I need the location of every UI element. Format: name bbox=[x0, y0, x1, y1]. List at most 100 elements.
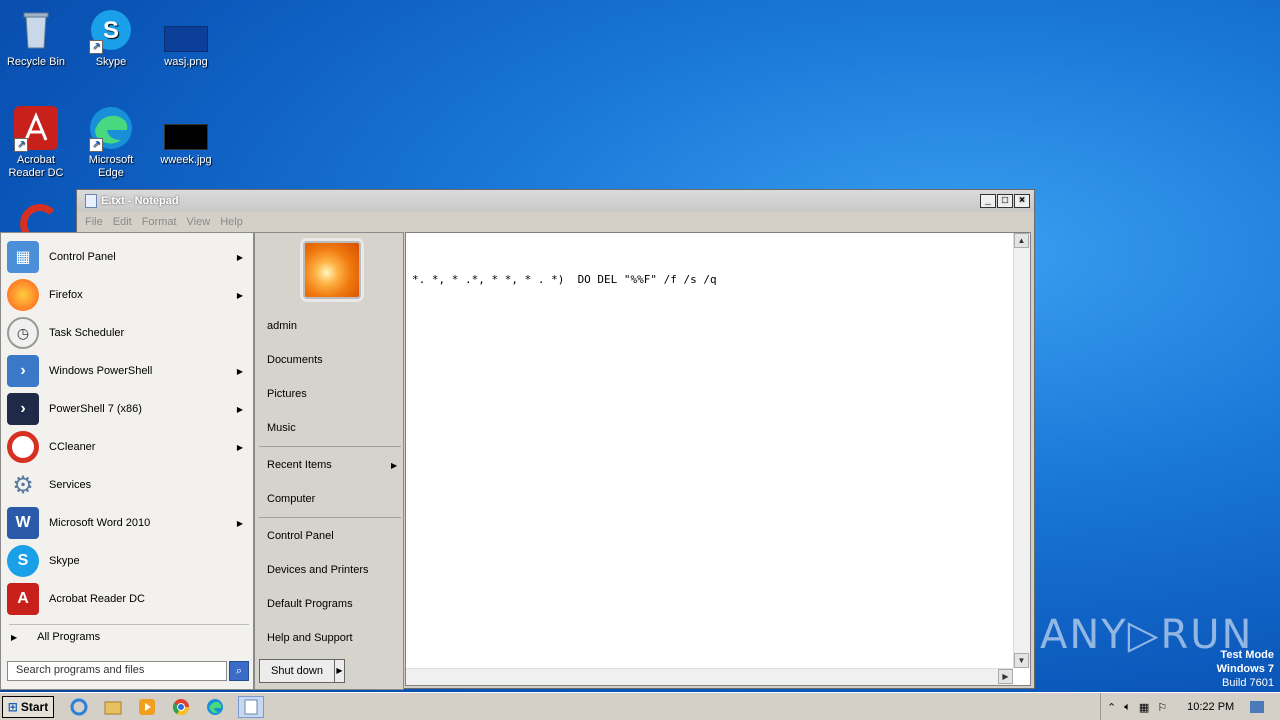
submenu-arrow-icon: ▶ bbox=[236, 290, 243, 300]
minimize-button[interactable]: _ bbox=[980, 194, 996, 208]
program-powershell-7[interactable]: › PowerShell 7 (x86) ▶ bbox=[7, 391, 249, 427]
place-recent-items[interactable]: Recent Items bbox=[267, 459, 332, 471]
shutdown-options-icon[interactable]: ▶ bbox=[334, 660, 344, 682]
place-pictures[interactable]: Pictures bbox=[267, 388, 307, 400]
chrome-icon[interactable] bbox=[170, 696, 192, 718]
desktop-icon-edge[interactable]: ↗ Microsoft Edge bbox=[75, 104, 147, 180]
place-help-support[interactable]: Help and Support bbox=[267, 632, 353, 644]
scroll-down-icon[interactable]: ▼ bbox=[1014, 653, 1029, 668]
edge-icon: ↗ bbox=[87, 104, 135, 152]
user-avatar[interactable] bbox=[303, 241, 361, 299]
network-icon[interactable]: ▦ bbox=[1139, 701, 1149, 714]
program-control-panel[interactable]: ▦ Control Panel ▶ bbox=[7, 239, 249, 275]
place-music[interactable]: Music bbox=[267, 422, 296, 434]
submenu-arrow-icon: ▶ bbox=[236, 404, 243, 414]
program-skype[interactable]: S Skype bbox=[7, 543, 249, 579]
desktop-icon-label: Recycle Bin bbox=[6, 56, 66, 68]
search-icon[interactable]: ⌕ bbox=[229, 661, 249, 681]
image-file-icon bbox=[162, 6, 210, 54]
program-windows-powershell[interactable]: › Windows PowerShell ▶ bbox=[7, 353, 249, 389]
place-documents[interactable]: Documents bbox=[267, 354, 323, 366]
acrobat-icon: A bbox=[7, 583, 39, 615]
notepad-taskbar-icon[interactable] bbox=[238, 695, 264, 718]
menu-edit[interactable]: Edit bbox=[113, 216, 132, 228]
notepad-titlebar[interactable]: E.txt - Notepad _ □ × bbox=[77, 190, 1034, 212]
submenu-arrow-icon: ▶ bbox=[236, 252, 243, 262]
media-player-icon[interactable] bbox=[136, 696, 158, 718]
explorer-icon[interactable] bbox=[102, 696, 124, 718]
place-control-panel[interactable]: Control Panel bbox=[267, 530, 334, 542]
submenu-arrow-icon: ▶ bbox=[236, 366, 243, 376]
start-menu: ▦ Control Panel ▶ Firefox ▶ ◷ Task Sched… bbox=[0, 232, 404, 690]
show-hidden-icons-icon[interactable]: ⌃ bbox=[1107, 701, 1116, 714]
scroll-up-icon[interactable]: ▲ bbox=[1014, 233, 1029, 248]
place-computer[interactable]: Computer bbox=[267, 493, 315, 505]
desktop-icon-wweek[interactable]: wweek.jpg bbox=[150, 104, 222, 167]
notepad-icon bbox=[85, 194, 97, 208]
edge-icon[interactable] bbox=[204, 696, 226, 718]
horizontal-scrollbar[interactable]: ▶ bbox=[406, 668, 1013, 685]
divider bbox=[9, 624, 249, 625]
desktop-icon-label: wasj.png bbox=[164, 56, 208, 68]
shutdown-button[interactable]: Shut down ▶ bbox=[259, 659, 345, 683]
action-center-flag-icon[interactable]: ⚐ bbox=[1157, 701, 1167, 714]
program-firefox[interactable]: Firefox ▶ bbox=[7, 277, 249, 313]
program-word[interactable]: W Microsoft Word 2010 ▶ bbox=[7, 505, 249, 541]
program-task-scheduler[interactable]: ◷ Task Scheduler bbox=[7, 315, 249, 351]
place-devices-printers[interactable]: Devices and Printers bbox=[267, 564, 369, 576]
powershell-icon: › bbox=[7, 355, 39, 387]
menu-file[interactable]: File bbox=[85, 216, 103, 228]
taskbar: ⊞ Start ⌃ 🔈︎ ▦ ⚐ 10:22 PM bbox=[0, 692, 1280, 720]
word-icon: W bbox=[7, 507, 39, 539]
show-desktop-icon[interactable] bbox=[1250, 701, 1265, 713]
shortcut-arrow-icon: ↗ bbox=[89, 138, 103, 152]
menu-help[interactable]: Help bbox=[220, 216, 243, 228]
desktop-icon-skype[interactable]: S ↗ Skype bbox=[75, 6, 147, 69]
place-admin[interactable]: admin bbox=[267, 320, 297, 332]
system-tray: ⌃ 🔈︎ ▦ ⚐ 10:22 PM bbox=[1100, 693, 1280, 720]
desktop-icon-acrobat[interactable]: ↗ Acrobat Reader DC bbox=[0, 104, 72, 180]
windows-logo-icon: ⊞ bbox=[7, 699, 18, 714]
text-editor[interactable]: *. *, * .*, * *, * . *) DO DEL "%%F" /f … bbox=[405, 232, 1031, 686]
all-programs-button[interactable]: ▶ All Programs bbox=[11, 631, 100, 643]
skype-icon: S bbox=[7, 545, 39, 577]
submenu-arrow-icon: ▶ bbox=[236, 442, 243, 452]
image-file-icon bbox=[162, 104, 210, 152]
menu-bar: File Edit Format View Help bbox=[77, 212, 1034, 232]
clock[interactable]: 10:22 PM bbox=[1187, 701, 1234, 713]
menu-view[interactable]: View bbox=[187, 216, 211, 228]
desktop-icon-wasj[interactable]: wasj.png bbox=[150, 6, 222, 69]
scroll-right-icon[interactable]: ▶ bbox=[998, 669, 1013, 684]
desktop-icon-label: Acrobat Reader DC bbox=[8, 154, 64, 179]
shortcut-arrow-icon: ↗ bbox=[89, 40, 103, 54]
start-menu-programs: ▦ Control Panel ▶ Firefox ▶ ◷ Task Sched… bbox=[0, 232, 254, 690]
program-services[interactable]: ⚙ Services bbox=[7, 467, 249, 503]
recycle-bin-icon bbox=[12, 6, 60, 54]
search-input[interactable]: Search programs and files bbox=[7, 661, 227, 681]
vertical-scrollbar[interactable]: ▲ ▼ bbox=[1013, 233, 1030, 668]
divider bbox=[259, 446, 401, 447]
start-button[interactable]: ⊞ Start bbox=[2, 695, 54, 718]
editor-content: *. *, * .*, * *, * . *) DO DEL "%%F" /f … bbox=[412, 273, 717, 286]
control-panel-icon: ▦ bbox=[7, 241, 39, 273]
gear-icon: ⚙ bbox=[12, 471, 34, 499]
firefox-icon bbox=[7, 279, 39, 311]
ccleaner-icon bbox=[20, 204, 60, 232]
volume-icon[interactable]: 🔈︎ bbox=[1124, 701, 1131, 714]
desktop-icon-ccleaner-partial[interactable] bbox=[20, 204, 64, 232]
desktop-icon-label: wweek.jpg bbox=[160, 154, 212, 166]
program-ccleaner[interactable]: CCleaner ▶ bbox=[7, 429, 249, 465]
ie-icon[interactable] bbox=[68, 696, 90, 718]
svg-text:S: S bbox=[103, 17, 119, 44]
desktop-icon-recycle-bin[interactable]: Recycle Bin bbox=[0, 6, 72, 69]
powershell-7-icon: › bbox=[7, 393, 39, 425]
menu-format[interactable]: Format bbox=[142, 216, 177, 228]
close-button[interactable]: × bbox=[1014, 194, 1030, 208]
place-default-programs[interactable]: Default Programs bbox=[267, 598, 353, 610]
maximize-button[interactable]: □ bbox=[997, 194, 1013, 208]
shortcut-arrow-icon: ↗ bbox=[14, 138, 28, 152]
clock-icon: ◷ bbox=[7, 317, 39, 349]
program-acrobat[interactable]: A Acrobat Reader DC bbox=[7, 581, 249, 617]
triangle-right-icon: ▶ bbox=[11, 632, 18, 642]
desktop-icon-label: Microsoft Edge bbox=[88, 154, 134, 179]
